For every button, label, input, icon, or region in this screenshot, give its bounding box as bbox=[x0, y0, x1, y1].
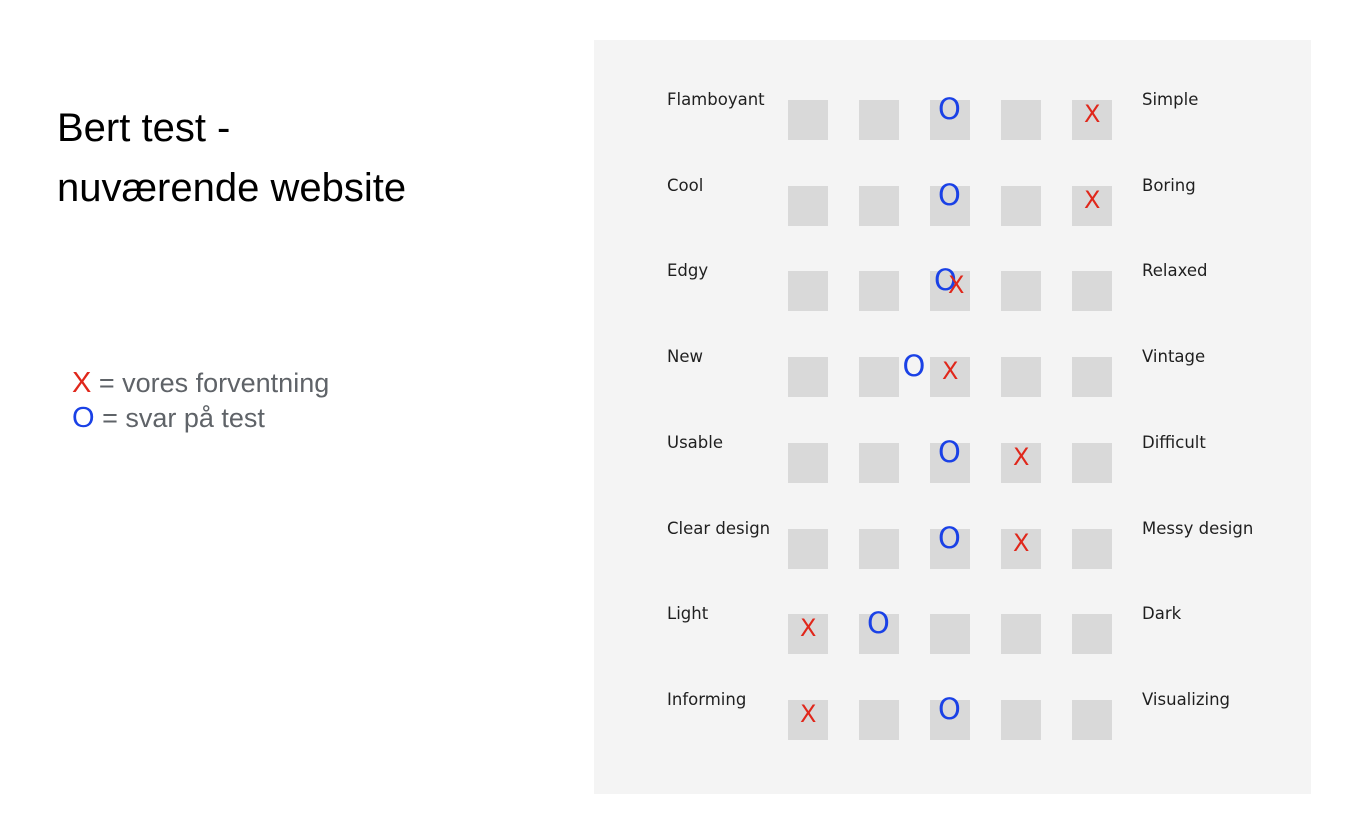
scale-cell-2 bbox=[859, 442, 899, 483]
scale-cell-2 bbox=[859, 699, 899, 740]
scale-row: Light O X Dark bbox=[594, 604, 1311, 655]
scale-cell-1 bbox=[788, 185, 828, 226]
scale-right-label: Simple bbox=[1142, 90, 1199, 109]
scale-left-label: New bbox=[667, 347, 703, 367]
scale-right-label: Visualizing bbox=[1142, 689, 1231, 709]
scale-cell-5 bbox=[1072, 528, 1112, 569]
scale-right-label: Messy design bbox=[1142, 518, 1254, 538]
answer-o-mark: O bbox=[902, 349, 926, 384]
scale-row: New O X Vintage bbox=[594, 347, 1311, 398]
scale-left-label: Edgy bbox=[667, 261, 709, 281]
slide-title-line-1: Bert test - bbox=[57, 106, 231, 150]
expectation-x-mark: X bbox=[948, 271, 965, 300]
scale-left-label: Cool bbox=[667, 175, 704, 195]
scale-left-label: Clear design bbox=[667, 518, 771, 538]
scale-left-label: Informing bbox=[667, 689, 747, 709]
scale-row: Clear design O X Messy design bbox=[594, 518, 1311, 569]
scale-cell-2 bbox=[859, 528, 899, 569]
scale-cell-4 bbox=[1001, 185, 1041, 226]
scale-cell-4 bbox=[1001, 614, 1041, 655]
answer-o-mark: O bbox=[938, 92, 961, 126]
slide-title-line-2: nuværende website bbox=[57, 166, 407, 210]
scale-cell-1 bbox=[788, 442, 828, 483]
answer-o-mark: O bbox=[938, 520, 961, 555]
scale-cell-5 bbox=[1072, 357, 1112, 398]
scale-cell-5 bbox=[1072, 699, 1112, 740]
expectation-x-mark: X bbox=[800, 614, 817, 643]
answer-o-mark: O bbox=[938, 177, 961, 212]
scale-cell-4 bbox=[1001, 100, 1041, 140]
scale-cell-2 bbox=[859, 100, 899, 140]
answer-o-mark: O bbox=[938, 691, 961, 726]
scale-row: Flamboyant O X Simple bbox=[594, 90, 1311, 140]
expectation-x-mark: X bbox=[1013, 442, 1030, 471]
expectation-x-mark: X bbox=[1013, 528, 1030, 557]
scale-cell-2 bbox=[859, 271, 899, 312]
scale-right-label: Vintage bbox=[1142, 347, 1206, 367]
scale-cell-1 bbox=[788, 100, 828, 140]
answer-o-mark: O bbox=[938, 434, 961, 469]
scale-cell-1 bbox=[788, 271, 828, 312]
expectation-x-mark: X bbox=[1084, 100, 1101, 128]
scale-cell-5 bbox=[1072, 614, 1112, 655]
scale-cell-4 bbox=[1001, 699, 1041, 740]
scale-right-label: Difficult bbox=[1142, 432, 1206, 452]
legend-o-symbol: O bbox=[72, 402, 95, 434]
legend-row-answer: O = svar på test bbox=[72, 401, 329, 436]
scale-right-label: Dark bbox=[1142, 604, 1182, 624]
scale-left-label: Usable bbox=[667, 432, 723, 452]
scale-cell-1 bbox=[788, 357, 828, 398]
scale-row: Usable O X Difficult bbox=[594, 432, 1311, 483]
answer-o-mark: O bbox=[867, 606, 890, 641]
expectation-x-mark: X bbox=[800, 699, 817, 728]
scale-cell-5 bbox=[1072, 442, 1112, 483]
scale-right-label: Relaxed bbox=[1142, 261, 1208, 281]
scale-cell-3 bbox=[930, 614, 970, 655]
scale-row: Informing O X Visualizing bbox=[594, 689, 1311, 740]
scale-row: Cool O X Boring bbox=[594, 175, 1311, 226]
legend-row-expectation: X = vores forventning bbox=[72, 366, 329, 401]
scale-left-label: Flamboyant bbox=[667, 90, 765, 109]
scale-cell-1 bbox=[788, 528, 828, 569]
expectation-x-mark: X bbox=[942, 357, 959, 386]
legend-o-text: = svar på test bbox=[94, 403, 265, 433]
scale-cell-5 bbox=[1072, 271, 1112, 312]
scale-row: Edgy O X Relaxed bbox=[594, 261, 1311, 312]
scale-cell-4 bbox=[1001, 357, 1041, 398]
scale-left-label: Light bbox=[667, 604, 709, 624]
legend: X = vores forventning O = svar på test bbox=[72, 366, 329, 436]
scale-right-label: Boring bbox=[1142, 175, 1196, 195]
semantic-scale-panel: Flamboyant O X Simple Cool O X Boring Edgy O X Rela… bbox=[594, 40, 1311, 794]
legend-x-text: = vores forventning bbox=[91, 368, 330, 398]
scale-cell-2 bbox=[859, 357, 899, 398]
legend-x-symbol: X bbox=[72, 367, 92, 399]
scale-cell-4 bbox=[1001, 271, 1041, 312]
scale-cell-2 bbox=[859, 185, 899, 226]
expectation-x-mark: X bbox=[1084, 185, 1101, 214]
slide-title: Bert test - nuværende website bbox=[57, 98, 557, 218]
